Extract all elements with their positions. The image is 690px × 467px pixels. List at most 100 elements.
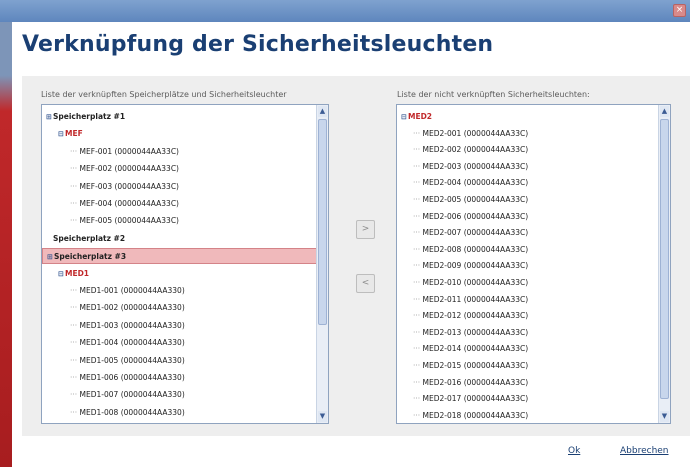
tree-leaf-item[interactable]: ··· MED2-012 (0000044AA33C) (397, 308, 659, 324)
tree-connector-icon: ··· (70, 199, 80, 208)
close-icon[interactable]: × (673, 4, 686, 17)
expand-toggle-icon[interactable]: ⊞ (47, 249, 54, 265)
right-list-label: Liste der nicht verknüpften Sicherheitsl… (397, 90, 590, 99)
tree-leaf-item[interactable]: ··· MED2-015 (0000044AA33C) (397, 358, 659, 374)
tree-item-label: Speicherplatz #3 (54, 252, 127, 262)
tree-leaf-item[interactable]: ··· MEF-001 (0000044AA33C) (42, 144, 317, 160)
scroll-thumb[interactable] (318, 119, 327, 325)
tree-item-label: MED2-005 (0000044AA33C) (422, 195, 529, 204)
tree-leaf-item[interactable]: ··· MED1-007 (0000044AA330) (42, 387, 317, 403)
window-titlebar[interactable]: × (0, 0, 690, 22)
tree-group-item[interactable]: ⊟MEF (42, 126, 317, 142)
ok-button[interactable]: Ok (568, 446, 580, 456)
tree-item-label: MED2-018 (0000044AA33C) (422, 410, 529, 420)
tree-item-label: MEF-002 (0000044AA33C) (79, 164, 179, 174)
tree-connector-icon: ··· (70, 320, 80, 330)
tree-leaf-item[interactable]: ··· MED2-003 (0000044AA33C) (397, 159, 659, 175)
tree-item-label: MED2-007 (0000044AA33C) (422, 228, 529, 238)
tree-leaf-item[interactable]: ··· MED2-013 (0000044AA33C) (397, 325, 659, 341)
tree-connector-icon: ··· (70, 338, 80, 348)
tree-group-item[interactable]: Speicherplatz #2 (42, 231, 317, 247)
move-right-button[interactable]: > (356, 220, 375, 239)
tree-item-label: MED2-011 (0000044AA33C) (422, 294, 529, 304)
tree-item-label: MEF-005 (0000044AA33C) (79, 216, 179, 226)
expand-toggle-icon[interactable]: ⊞ (46, 109, 53, 125)
tree-item-label: MED2-002 (0000044AA33C) (422, 145, 529, 155)
tree-item-label: Speicherplatz #2 (53, 233, 126, 243)
tree-connector-icon: ··· (413, 261, 423, 271)
tree-group-item[interactable]: ⊟MED2 (397, 109, 659, 125)
tree-item-label: MEF-004 (0000044AA33C) (79, 199, 179, 208)
expand-toggle-icon[interactable]: ⊟ (58, 126, 65, 142)
tree-leaf-item[interactable]: ··· MED2-010 (0000044AA33C) (397, 275, 659, 291)
left-list-label: Liste der verknüpften Speicherplätze und… (41, 90, 287, 99)
linked-lights-tree-items: ⊞Speicherplatz #1 ⊟MEF ··· MEF-001 (000004… (42, 105, 317, 423)
tree-connector-icon: ··· (70, 373, 80, 382)
tree-leaf-item[interactable]: ··· MED1-003 (0000044AA330) (42, 318, 317, 334)
scroll-thumb[interactable] (660, 119, 669, 399)
linked-lights-tree[interactable]: ⊞Speicherplatz #1 ⊟MEF ··· MEF-001 (000004… (41, 104, 329, 424)
tree-leaf-item[interactable]: ··· MED2-007 (0000044AA33C) (397, 225, 659, 241)
tree-leaf-item[interactable]: ··· MED1-004 (0000044AA330) (42, 335, 317, 351)
tree-item-label: MED1-008 (0000044AA330) (79, 407, 185, 417)
scroll-up-icon[interactable]: ▲ (660, 106, 669, 117)
tree-leaf-item[interactable]: ··· MED2-014 (0000044AA33C) (397, 341, 659, 357)
tree-connector-icon: ··· (413, 344, 423, 354)
tree-item-label: MED1-003 (0000044AA330) (79, 320, 185, 330)
tree-connector-icon: ··· (413, 311, 423, 321)
right-list-scrollbar[interactable]: ▲ ▼ (658, 105, 670, 423)
tree-connector-icon: ··· (413, 161, 423, 171)
scroll-down-icon[interactable]: ▼ (318, 411, 327, 422)
tree-leaf-item[interactable]: ··· MED2-006 (0000044AA33C) (397, 209, 659, 225)
tree-item-label: MEF (65, 129, 83, 139)
unlinked-lights-tree[interactable]: ⊟MED2 ··· MED2-001 (0000044AA33C) ··· MED2… (396, 104, 671, 424)
tree-leaf-item[interactable]: ··· MED2-002 (0000044AA33C) (397, 142, 659, 158)
tree-connector-icon: ··· (70, 164, 80, 174)
tree-item-label: MED2-013 (0000044AA33C) (422, 327, 529, 337)
tree-connector-icon: ··· (413, 394, 423, 404)
tree-group-item[interactable]: ⊞Speicherplatz #1 (42, 109, 317, 125)
tree-leaf-item[interactable]: ··· MEF-004 (0000044AA33C) (42, 196, 317, 212)
cancel-button[interactable]: Abbrechen (620, 446, 669, 456)
tree-item-label: MED2-006 (0000044AA33C) (422, 211, 529, 221)
tree-item-label: MED1-007 (0000044AA330) (79, 390, 185, 400)
tree-connector-icon: ··· (70, 181, 80, 191)
move-left-button[interactable]: < (356, 274, 375, 293)
tree-leaf-item[interactable]: ··· MED2-004 (0000044AA33C) (397, 175, 659, 191)
scroll-up-icon[interactable]: ▲ (318, 106, 327, 117)
decorative-side-bar (0, 22, 12, 467)
tree-item-label: MED2-012 (0000044AA33C) (422, 311, 529, 321)
dialog-title: Verknüpfung der Sicherheitsleuchten (22, 32, 494, 57)
tree-item-label: MED2 (408, 112, 433, 121)
tree-leaf-item[interactable]: ··· MED2-005 (0000044AA33C) (397, 192, 659, 208)
tree-leaf-item[interactable]: ··· MED1-006 (0000044AA330) (42, 370, 317, 386)
left-list-scrollbar[interactable]: ▲ ▼ (316, 105, 328, 423)
tree-leaf-item[interactable]: ··· MED2-008 (0000044AA33C) (397, 242, 659, 258)
tree-leaf-item[interactable]: ··· MED2-001 (0000044AA33C) (397, 126, 659, 142)
tree-item-label: Speicherplatz #1 (53, 112, 126, 121)
tree-leaf-item[interactable]: ··· MED1-005 (0000044AA330) (42, 353, 317, 369)
tree-leaf-item[interactable]: ··· MED2-016 (0000044AA33C) (397, 375, 659, 391)
tree-item-label: MED2-009 (0000044AA33C) (422, 261, 529, 271)
tree-leaf-item[interactable]: ··· MEF-005 (0000044AA33C) (42, 213, 317, 229)
expand-toggle-icon[interactable]: ⊟ (401, 109, 408, 125)
tree-leaf-item[interactable]: ··· MEF-002 (0000044AA33C) (42, 161, 317, 177)
tree-connector-icon: ··· (70, 390, 80, 400)
tree-leaf-item[interactable]: ··· MED1-001 (0000044AA330) (42, 283, 317, 299)
tree-leaf-item[interactable]: ··· MED1-002 (0000044AA330) (42, 300, 317, 316)
tree-group-item[interactable]: ⊟MED1 (42, 266, 317, 282)
tree-connector-icon: ··· (70, 407, 80, 417)
tree-leaf-item[interactable]: ··· MEF-003 (0000044AA33C) (42, 179, 317, 195)
tree-leaf-item[interactable]: ··· MED2-017 (0000044AA33C) (397, 391, 659, 407)
tree-leaf-item[interactable]: ··· MED2-011 (0000044AA33C) (397, 292, 659, 308)
tree-item-label: MED1-005 (0000044AA330) (79, 355, 185, 365)
tree-connector-icon: ··· (413, 278, 423, 287)
expand-toggle-icon[interactable]: ⊟ (58, 266, 65, 282)
tree-item-label: MED2-003 (0000044AA33C) (422, 161, 529, 171)
tree-connector-icon: ··· (70, 286, 80, 295)
tree-group-item[interactable]: ⊞Speicherplatz #3 (42, 248, 317, 265)
tree-leaf-item[interactable]: ··· MED2-018 (0000044AA33C) (397, 408, 659, 423)
tree-leaf-item[interactable]: ··· MED2-009 (0000044AA33C) (397, 258, 659, 274)
tree-leaf-item[interactable]: ··· MED1-008 (0000044AA330) (42, 405, 317, 421)
scroll-down-icon[interactable]: ▼ (660, 411, 669, 422)
